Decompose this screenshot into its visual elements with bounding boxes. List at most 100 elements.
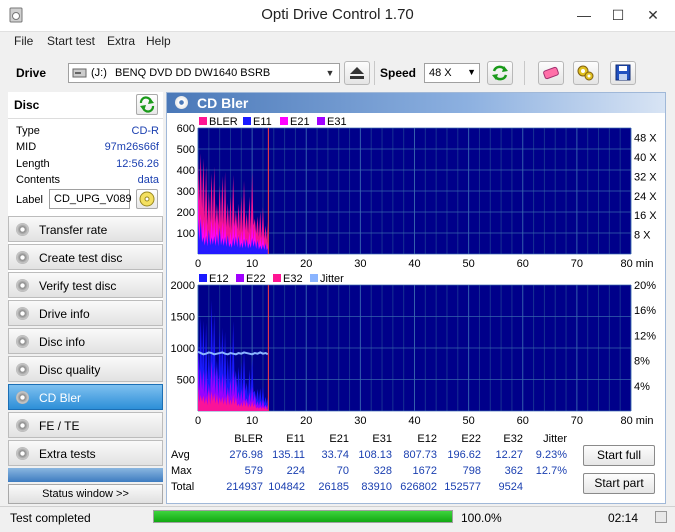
status-text: Test completed	[10, 511, 91, 525]
legend-swatch	[243, 117, 251, 125]
y2-tick-label: 4%	[634, 381, 650, 393]
y-tick-label: 1500	[171, 312, 195, 324]
drive-select[interactable]: (J:) BENQ DVD DD DW1640 BSRB ▼	[68, 63, 340, 83]
disc-mid-label: MID	[16, 141, 37, 153]
x-tick-label: 0	[195, 415, 201, 427]
stats-row-max: Max	[171, 465, 192, 477]
maximize-button[interactable]: ☐	[601, 0, 635, 31]
legend-label: E32	[283, 273, 303, 285]
x-tick-label: 20	[300, 415, 312, 427]
menu-file[interactable]: File	[14, 34, 33, 48]
nav-verify-test-disc-label: Verify test disc	[39, 279, 117, 293]
menu-bar: File Start test Extra Help	[0, 32, 675, 52]
disc-icon	[16, 307, 29, 320]
disc-icon	[16, 223, 29, 236]
close-button[interactable]: ✕	[636, 0, 670, 31]
y-tick-label: 500	[177, 144, 195, 156]
progress-label: 100.0%	[461, 511, 502, 525]
nav-create-test-disc[interactable]: Create test disc	[8, 244, 163, 270]
legend-swatch	[317, 117, 325, 125]
sidebar: Disc Type CD-R MID 97m26s66f Length 12:5…	[8, 92, 163, 504]
refresh-speed-button[interactable]	[487, 61, 513, 85]
x-tick-label: 70	[571, 415, 583, 427]
x-tick-label: 60	[517, 415, 529, 427]
menu-help[interactable]: Help	[146, 34, 171, 48]
legend-label: E22	[246, 273, 266, 285]
stats-cell: 12.7%	[535, 465, 567, 477]
y2-tick-label: 8 X	[634, 230, 651, 242]
nav-disc-quality-label: Disc quality	[39, 363, 101, 377]
y-tick-label: 200	[177, 207, 195, 219]
start-part-button[interactable]: Start part	[583, 473, 655, 494]
refresh-disc-button[interactable]	[136, 94, 158, 115]
y-tick-label: 100	[177, 228, 195, 240]
eject-icon	[350, 67, 364, 79]
menu-extra[interactable]: Extra	[107, 34, 135, 48]
eject-button[interactable]	[344, 61, 370, 85]
toolbar: Drive (J:) BENQ DVD DD DW1640 BSRB ▼ Spe…	[0, 56, 675, 90]
y2-tick-label: 8%	[634, 356, 650, 368]
disc-icon	[16, 447, 29, 460]
nav-create-test-disc-label: Create test disc	[39, 251, 123, 265]
drive-letter: (J:)	[91, 67, 107, 79]
x-tick-label: 30	[354, 258, 366, 270]
disc-icon	[139, 191, 155, 207]
stats-row-avg: Avg	[171, 449, 190, 461]
progress-bar	[153, 510, 453, 523]
x-tick-label: 40	[408, 258, 420, 270]
speed-select[interactable]: 48 X ▼	[424, 63, 480, 83]
nav-disc-quality[interactable]: Disc quality	[8, 356, 163, 382]
minimize-button[interactable]: —	[567, 0, 601, 31]
save-button[interactable]	[610, 61, 636, 85]
disc-label-button[interactable]	[136, 189, 158, 209]
disc-icon	[16, 251, 29, 264]
nav-drive-info-label: Drive info	[39, 307, 90, 321]
legend-label: BLER	[209, 116, 238, 128]
nav-verify-test-disc[interactable]: Verify test disc	[8, 272, 163, 298]
y2-tick-label: 12%	[634, 330, 656, 342]
y-tick-label: 400	[177, 165, 195, 177]
nav-fe-te[interactable]: FE / TE	[8, 412, 163, 438]
x-tick-label: 80 min	[620, 258, 653, 270]
nav-disc-info[interactable]: Disc info	[8, 328, 163, 354]
y-tick-label: 600	[177, 123, 195, 135]
legend-swatch	[199, 274, 207, 282]
settings-button[interactable]	[573, 61, 599, 85]
refresh-icon	[139, 96, 155, 113]
disc-contents-label: Contents	[16, 174, 61, 186]
title-bar: Opti Drive Control 1.70 — ☐ ✕	[0, 0, 675, 32]
nav-extra-tests[interactable]: Extra tests	[8, 440, 163, 466]
panel-header: CD Bler	[167, 93, 665, 113]
legend-swatch	[310, 274, 318, 282]
y2-tick-label: 48 X	[634, 133, 657, 145]
speed-label: Speed	[380, 66, 417, 80]
disc-icon	[16, 279, 29, 292]
e12-jitter-chart: E12 E22 E32 Jitter20001500100050020%16%12%8…	[171, 273, 657, 427]
disc-contents-value: data	[137, 174, 159, 186]
disc-length-value: 12:56.26	[116, 158, 159, 170]
nav-extra-tests-label: Extra tests	[39, 447, 96, 461]
chevron-down-icon: ▼	[325, 68, 335, 78]
erase-button[interactable]	[538, 61, 564, 85]
stats-row-total: Total	[171, 481, 195, 493]
x-tick-label: 20	[300, 258, 312, 270]
legend-label: E12	[209, 273, 229, 285]
nav-cd-bler[interactable]: CD Bler	[8, 384, 163, 410]
disc-type-label: Type	[16, 125, 40, 137]
y2-tick-label: 24 X	[634, 191, 657, 203]
status-window-button[interactable]: Status window >>	[8, 484, 163, 504]
x-tick-label: 50	[463, 415, 475, 427]
chevron-down-icon: ▼	[467, 67, 476, 77]
y2-tick-label: 32 X	[634, 171, 657, 183]
nav-drive-info[interactable]: Drive info	[8, 300, 163, 326]
nav-transfer-rate[interactable]: Transfer rate	[8, 216, 163, 242]
x-tick-label: 10	[246, 258, 258, 270]
disc-icon	[16, 363, 29, 376]
menu-start-test[interactable]: Start test	[47, 34, 95, 48]
disc-label-field[interactable]: CD_UPG_V089	[49, 189, 132, 209]
start-full-button[interactable]: Start full	[583, 445, 655, 466]
y2-tick-label: 16 X	[634, 210, 657, 222]
x-tick-label: 10	[246, 415, 258, 427]
refresh-icon	[492, 65, 508, 81]
x-tick-label: 80 min	[620, 415, 653, 427]
